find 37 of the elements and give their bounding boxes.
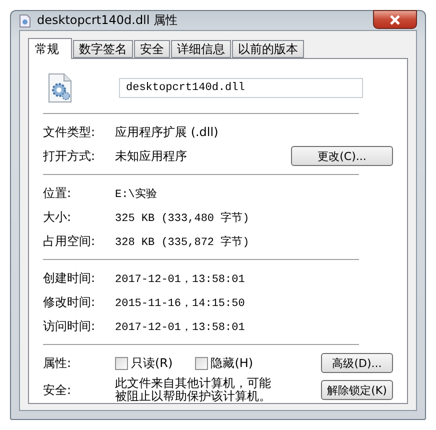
close-icon	[389, 14, 401, 24]
file-gear-icon	[47, 73, 73, 103]
property-label: 修改时间:	[43, 294, 96, 310]
close-button[interactable]	[373, 10, 417, 29]
property-label: 属性:	[43, 354, 72, 372]
property-value: 2017-12-01，13:58:01	[115, 320, 245, 334]
property-value: 2017-12-01，13:58:01	[115, 272, 245, 286]
advanced-button[interactable]: 高级(D)...	[321, 353, 393, 373]
property-value: 应用程序扩展 (.dll)	[115, 124, 218, 140]
unblock-button[interactable]: 解除锁定(K)	[321, 380, 393, 400]
tab[interactable]: 安全	[134, 40, 170, 58]
property-label: 大小:	[43, 208, 72, 226]
property-label: 位置:	[43, 184, 72, 202]
checkbox[interactable]	[194, 356, 208, 370]
property-label: 安全:	[43, 382, 72, 398]
file-name-field[interactable]: desktopcrt140d.dll	[119, 78, 363, 98]
tab[interactable]: 详细信息	[171, 40, 231, 58]
property-label: 占用空间:	[43, 232, 96, 250]
tab[interactable]: 数字签名	[73, 40, 133, 58]
tab[interactable]: 常规	[28, 38, 72, 59]
security-message: 此文件来自其他计算机，可能被阻止以帮助保护该计算机。	[115, 377, 272, 403]
checkbox-label: 隐藏(H)	[210, 354, 254, 372]
property-value: E:\实验	[115, 186, 157, 200]
change-button[interactable]: 更改(C)...	[291, 146, 393, 166]
window-title: desktopcrt140d.dll 属性	[37, 12, 178, 29]
checkbox-label: 只读(R)	[131, 354, 173, 372]
property-value: 328 KB (335,872 字节)	[115, 234, 250, 248]
property-label: 文件类型:	[43, 124, 96, 140]
property-label: 访问时间:	[43, 318, 96, 334]
property-value: 未知应用程序	[115, 148, 187, 164]
property-label: 创建时间:	[43, 270, 96, 286]
property-value: 2015-11-16，14:15:50	[115, 296, 245, 310]
property-label: 打开方式:	[43, 148, 96, 164]
checkbox[interactable]	[115, 356, 128, 370]
property-value: 325 KB (333,480 字节)	[115, 210, 250, 224]
tab[interactable]: 以前的版本	[232, 40, 304, 58]
file-icon	[19, 14, 31, 28]
